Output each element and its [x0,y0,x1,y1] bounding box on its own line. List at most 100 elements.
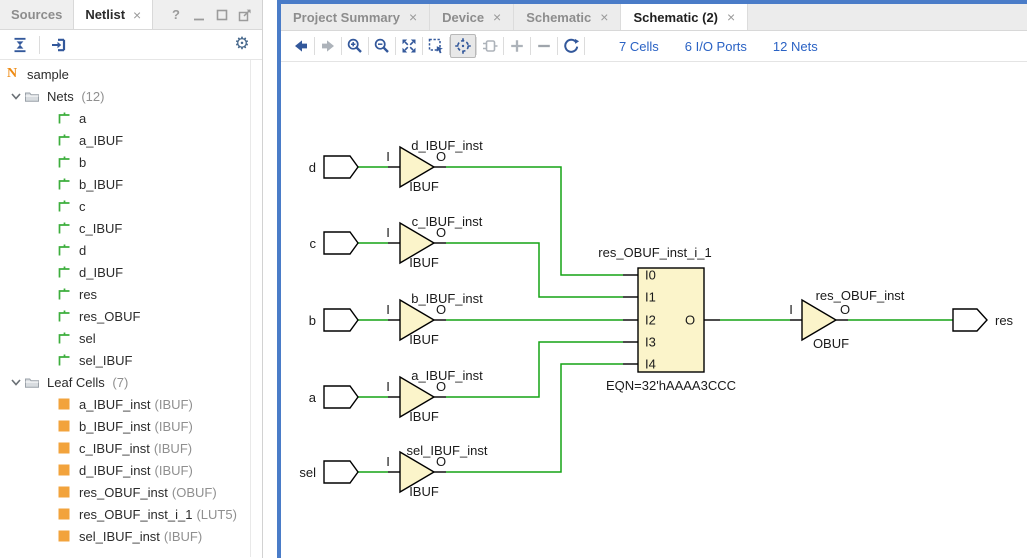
pin-label-i3: I3 [645,335,656,350]
folder-icon [24,374,40,390]
tree-item-c[interactable]: c [0,195,250,217]
tree-item-d[interactable]: d [0,239,250,261]
zoom-fit-icon[interactable] [396,34,422,58]
forward-icon[interactable] [315,34,341,58]
regenerate-icon[interactable] [558,34,584,58]
tab-sources[interactable]: Sources [0,0,73,29]
expand-cone-icon[interactable] [504,34,530,58]
tree-item-label: a_IBUF_inst [79,397,151,412]
pin-label-i: I [789,302,793,317]
tree-root-sample[interactable]: Nsample [0,63,250,85]
instance-name: b_IBUF_inst [411,291,483,306]
tree-item-type: (IBUF) [164,529,202,544]
scroll-to-selected-icon[interactable] [48,34,70,56]
tree-item-label: a [79,111,86,126]
tree-item-a-ibuf-inst[interactable]: a_IBUF_inst (IBUF) [0,393,250,415]
tree-item-d-ibuf[interactable]: d_IBUF [0,261,250,283]
tree-item-b[interactable]: b [0,151,250,173]
input-port-sel[interactable] [324,461,358,483]
schematic-stats: 7 Cells 6 I/O Ports 12 Nets [619,39,818,54]
tree-item-res-obuf-inst[interactable]: res_OBUF_inst(OBUF) [0,481,250,503]
tree-item-c-ibuf[interactable]: c_IBUF [0,217,250,239]
tab-label: Netlist [85,7,125,22]
zoom-selection-icon[interactable] [423,34,449,58]
pin-label-i2: I2 [645,313,656,328]
tab-label: Sources [11,7,62,22]
pin-label-i: I [386,302,390,317]
net-c-ibuf[interactable] [446,243,623,297]
cell-icon [56,484,72,500]
input-port-c[interactable] [324,232,358,254]
net-icon [56,132,72,148]
tree-item-label: Leaf Cells [47,375,105,390]
tab-close-icon[interactable]: × [493,9,501,25]
expander-chevron-icon[interactable] [8,374,24,390]
pin-label-i4: I4 [645,357,656,372]
tree-item-b-ibuf[interactable]: b_IBUF [0,173,250,195]
float-icon[interactable] [237,7,253,23]
zoom-in-icon[interactable] [342,34,368,58]
tree-item-type: (IBUF) [154,441,192,456]
tab-close-icon[interactable]: × [727,9,735,25]
tree-item-b-ibuf-inst[interactable]: b_IBUF_inst(IBUF) [0,415,250,437]
tab-schematic[interactable]: Schematic× [514,4,621,30]
tree-item-sel-ibuf-inst[interactable]: sel_IBUF_inst(IBUF) [0,525,250,547]
zoom-out-icon[interactable] [369,34,395,58]
tree-item-c-ibuf-inst[interactable]: c_IBUF_inst (IBUF) [0,437,250,459]
tree-group-nets[interactable]: Nets (12) [0,85,250,107]
tree-group-leaf-cells[interactable]: Leaf Cells (7) [0,371,250,393]
tree-item-type: (IBUF) [155,397,193,412]
tree-item-label: b [79,155,86,170]
input-port-d[interactable] [324,156,358,178]
tree-item-res-obuf-inst-i-1[interactable]: res_OBUF_inst_i_1(LUT5) [0,503,250,525]
input-port-b[interactable] [324,309,358,331]
tree-item-label: b_IBUF [79,177,123,192]
stat-io-ports[interactable]: 6 I/O Ports [685,39,747,54]
tree-item-label: res_OBUF_inst [79,485,168,500]
tab-device[interactable]: Device× [430,4,514,30]
tab-close-icon[interactable]: × [133,7,141,23]
tree-item-sel[interactable]: sel [0,327,250,349]
schematic-drawing: dcbaselIOd_IBUF_instIBUFIOc_IBUF_instIBU… [281,62,1027,558]
tab-schematic-2[interactable]: Schematic (2)× [621,4,748,30]
tab-close-icon[interactable]: × [600,9,608,25]
tab-netlist[interactable]: Netlist × [73,0,153,29]
instance-name: res_OBUF_inst [816,288,905,303]
stat-nets[interactable]: 12 Nets [773,39,818,54]
tree-item-d-ibuf-inst[interactable]: d_IBUF_inst(IBUF) [0,459,250,481]
buffer-res-obuf-inst[interactable] [802,300,836,340]
autofit-selection-icon[interactable] [450,34,476,58]
help-icon[interactable]: ? [168,7,184,23]
tree-item-res[interactable]: res [0,283,250,305]
tab-close-icon[interactable]: × [409,9,417,25]
tree-item-label: d_IBUF_inst [79,463,151,478]
add-to-schematic-icon[interactable] [477,34,503,58]
port-label-res: res [995,313,1014,328]
input-port-a[interactable] [324,386,358,408]
pin-label-i: I [386,454,390,469]
tree-item-label: res [79,287,97,302]
tab-project-summary[interactable]: Project Summary× [281,4,430,30]
cell-icon [56,440,72,456]
collapse-cone-icon[interactable] [531,34,557,58]
collapse-all-icon[interactable] [9,34,31,56]
output-port-res[interactable] [953,309,987,331]
pin-label-i: I [386,379,390,394]
tree-item-res-obuf[interactable]: res_OBUF [0,305,250,327]
tree-item-a[interactable]: a [0,107,250,129]
back-icon[interactable] [288,34,314,58]
schematic-canvas[interactable]: dcbaselIOd_IBUF_instIBUFIOc_IBUF_instIBU… [281,62,1027,558]
maximize-icon[interactable] [214,7,230,23]
tree-item-sel-ibuf[interactable]: sel_IBUF [0,349,250,371]
net-icon [56,198,72,214]
stat-cells[interactable]: 7 Cells [619,39,659,54]
tree-item-a-ibuf[interactable]: a_IBUF [0,129,250,151]
settings-gear-icon[interactable]: ⚙ [231,34,253,56]
net-icon [56,352,72,368]
cell-icon [56,396,72,412]
expander-chevron-icon[interactable] [8,88,24,104]
tree-item-label: c_IBUF_inst [79,441,150,456]
instance-type: IBUF [409,332,439,347]
port-label-sel: sel [299,465,316,480]
minimize-icon[interactable] [191,7,207,23]
